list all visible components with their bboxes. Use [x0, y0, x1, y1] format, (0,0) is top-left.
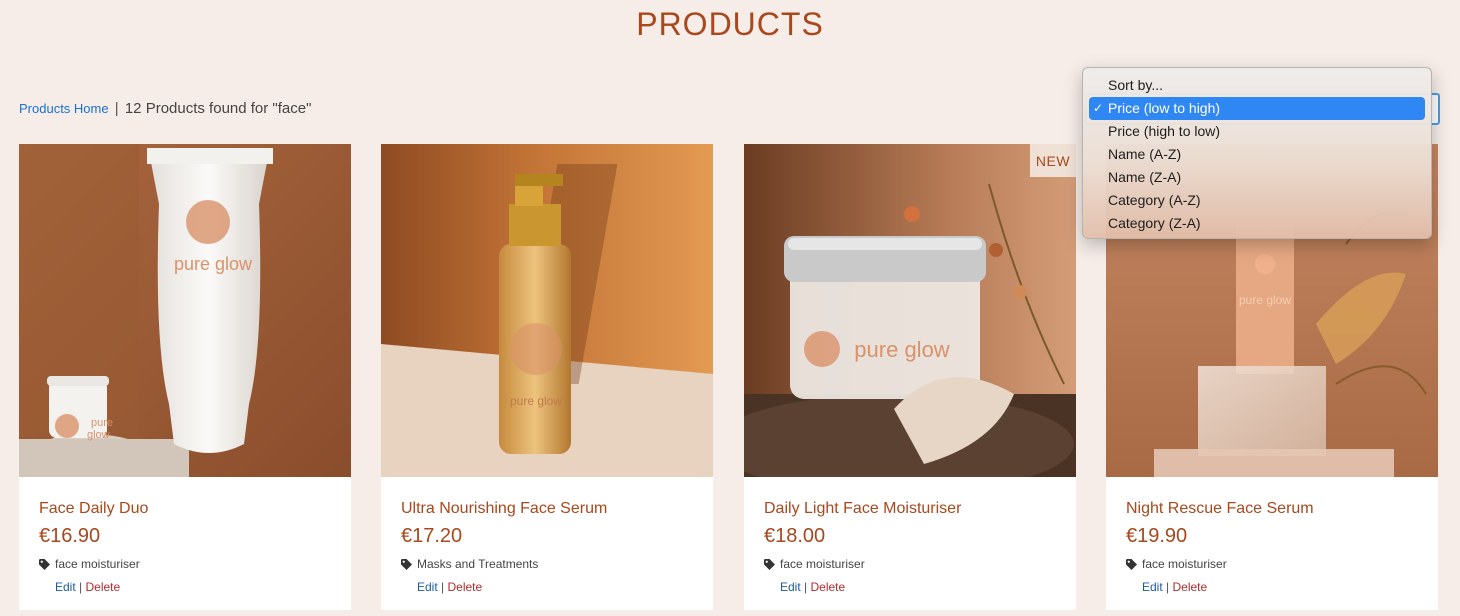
tag-icon [401, 558, 412, 570]
svg-text:pure glow: pure glow [174, 254, 253, 274]
svg-text:glow: glow [87, 429, 110, 441]
edit-link[interactable]: Edit [55, 580, 76, 594]
product-actions: Edit | Delete [780, 580, 846, 594]
product-image[interactable]: pure glow pure glow [19, 144, 351, 477]
category-label: face moisturiser [780, 557, 865, 571]
product-image[interactable]: pure glow NEW [744, 144, 1076, 477]
product-card[interactable]: pure glow NEW Daily Light Face Moisturis… [744, 144, 1076, 610]
product-actions: Edit | Delete [1142, 580, 1208, 594]
sort-option-price-desc[interactable]: Price (high to low) [1089, 120, 1425, 143]
product-price: €16.90 [39, 525, 101, 547]
product-category[interactable]: Masks and Treatments [401, 557, 538, 571]
category-label: Masks and Treatments [417, 557, 539, 571]
tag-icon [1126, 558, 1137, 570]
product-price: €19.90 [1126, 525, 1188, 547]
svg-text:pure glow: pure glow [510, 394, 562, 408]
sort-option-category-asc[interactable]: Category (A-Z) [1089, 189, 1425, 212]
delete-link[interactable]: Delete [1172, 580, 1207, 594]
product-name[interactable]: Face Daily Duo [39, 500, 148, 518]
product-category[interactable]: face moisturiser [1126, 557, 1227, 571]
sort-option-placeholder[interactable]: Sort by... [1089, 74, 1425, 97]
product-actions: Edit | Delete [55, 580, 121, 594]
category-label: face moisturiser [1142, 557, 1227, 571]
delete-link[interactable]: Delete [447, 580, 482, 594]
products-home-link[interactable]: Products Home [19, 101, 109, 116]
edit-link[interactable]: Edit [417, 580, 438, 594]
edit-link[interactable]: Edit [780, 580, 801, 594]
product-name[interactable]: Daily Light Face Moisturiser [764, 500, 961, 518]
product-image[interactable]: pure glow [381, 144, 713, 477]
breadcrumb-separator: | [114, 100, 119, 117]
tag-icon [39, 558, 50, 570]
product-category[interactable]: face moisturiser [39, 557, 140, 571]
svg-text:pure glow: pure glow [1239, 293, 1291, 307]
product-card[interactable]: pure glow Ultra Nourishing Face Serum €1… [381, 144, 713, 610]
product-card[interactable]: pure glow pure glow Face Daily Duo €16.9… [19, 144, 351, 610]
new-badge: NEW [1030, 144, 1076, 177]
edit-link[interactable]: Edit [1142, 580, 1163, 594]
sort-option-name-asc[interactable]: Name (A-Z) [1089, 143, 1425, 166]
sort-dropdown-menu[interactable]: Sort by... ✓ Price (low to high) Price (h… [1082, 67, 1432, 239]
page-title: PRODUCTS [636, 6, 824, 42]
breadcrumb: Products Home | 12 Products found for "f… [19, 100, 311, 117]
delete-link[interactable]: Delete [810, 580, 845, 594]
results-count: 12 Products found for "face" [124, 100, 312, 117]
sort-option-category-desc[interactable]: Category (Z-A) [1089, 212, 1425, 235]
product-actions: Edit | Delete [417, 580, 483, 594]
sort-option-price-asc[interactable]: ✓ Price (low to high) [1089, 97, 1425, 120]
delete-link[interactable]: Delete [85, 580, 120, 594]
tag-icon [764, 558, 775, 570]
product-price: €17.20 [401, 525, 463, 547]
product-name[interactable]: Night Rescue Face Serum [1126, 500, 1314, 518]
product-price: €18.00 [764, 525, 826, 547]
svg-text:pure: pure [91, 417, 113, 429]
category-label: face moisturiser [55, 557, 140, 571]
product-name[interactable]: Ultra Nourishing Face Serum [401, 500, 607, 518]
svg-text:pure glow: pure glow [854, 337, 950, 362]
sort-option-name-desc[interactable]: Name (Z-A) [1089, 166, 1425, 189]
product-category[interactable]: face moisturiser [764, 557, 865, 571]
checkmark-icon: ✓ [1093, 101, 1104, 115]
